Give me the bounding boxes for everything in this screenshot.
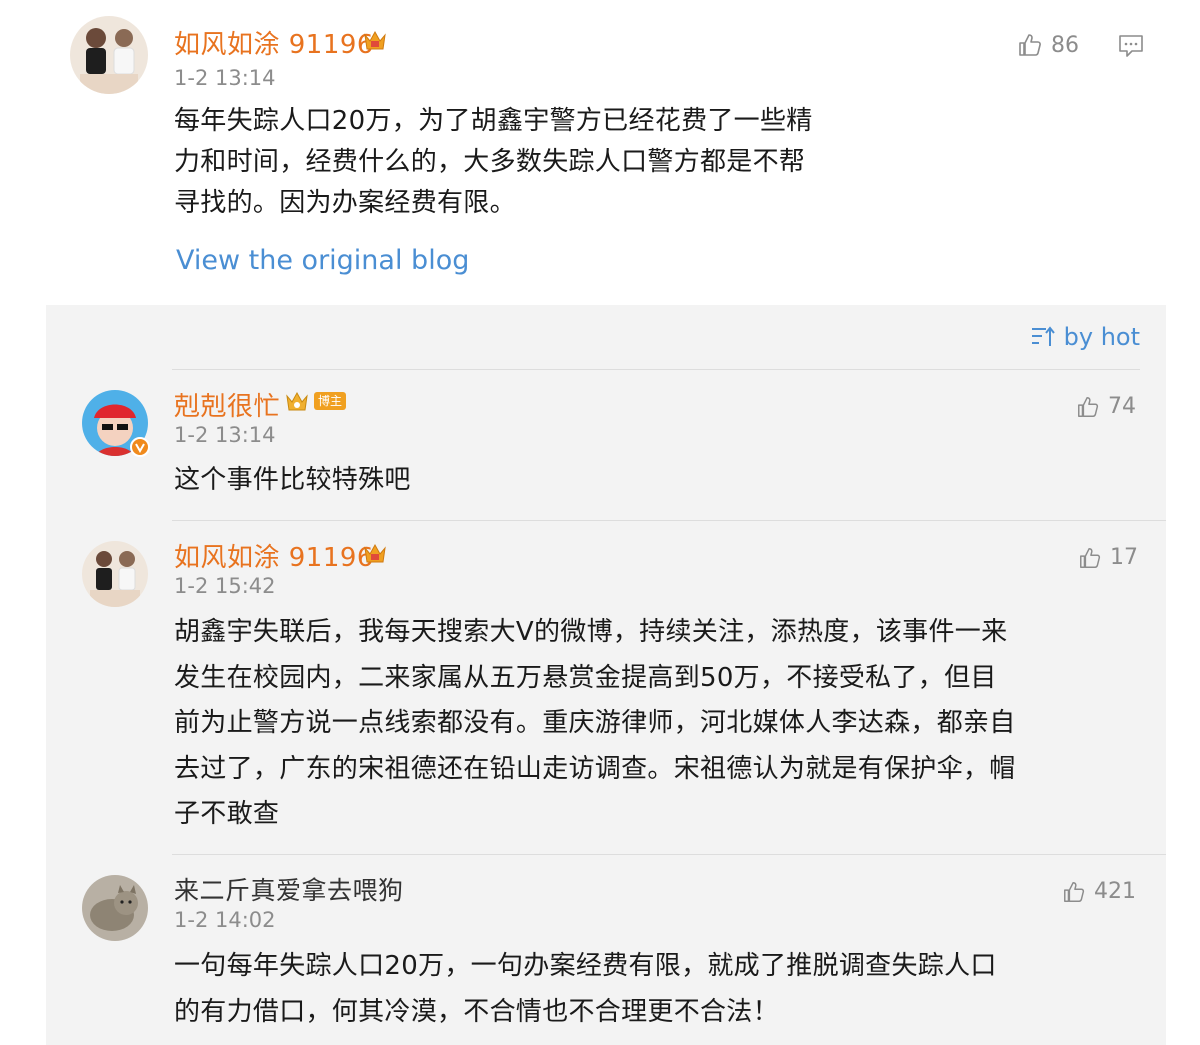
like-count: 421	[1094, 879, 1136, 904]
like-count: 86	[1051, 32, 1079, 58]
like-count: 17	[1110, 545, 1138, 570]
thumbs-up-icon	[1064, 881, 1085, 902]
text-line: 前为止警方说一点线索都没有。重庆游律师，河北媒体人李达森，都亲自	[174, 708, 1016, 738]
author-badge: 博主	[314, 392, 347, 410]
reply-time: 1-2 14:02	[174, 908, 276, 932]
avatar[interactable]	[70, 16, 148, 94]
thumbs-up-icon	[1019, 34, 1041, 56]
view-original-blog-link[interactable]: View the original blog	[176, 245, 469, 276]
avatar[interactable]	[82, 875, 148, 941]
sort-by-hot-button[interactable]: by hot	[1030, 323, 1140, 351]
vip-crown-icon	[364, 543, 386, 563]
text-line: 每年失踪人口20万，为了胡鑫宇警方已经花费了一些精	[174, 106, 813, 136]
reply-text: 一句每年失踪人口20万，一句办案经费有限，就成了推脱调查失踪人口 的有力借口，何…	[174, 944, 997, 1035]
like-button[interactable]: 74	[1076, 394, 1136, 419]
like-button[interactable]: 86	[1017, 32, 1079, 58]
like-button[interactable]: 421	[1062, 879, 1136, 904]
text-line: 这个事件比较特殊吧	[174, 465, 411, 495]
text-line: 力和时间，经费什么的，大多数失踪人口警方都是不帮	[174, 147, 806, 177]
text-line: 发生在校园内，二来家属从五万悬赏金提高到50万，不接受私了，但目	[174, 662, 997, 693]
text-line: 胡鑫宇失联后，我每天搜索大V的微博，持续关注，添热度，该事件一来	[174, 617, 1008, 647]
divider	[172, 369, 1140, 370]
text-line: 寻找的。因为办案经费有限。	[174, 188, 516, 218]
comment-icon[interactable]	[1118, 34, 1144, 58]
thumbs-up-icon	[1080, 547, 1101, 568]
username[interactable]: 如风如涂 91196	[174, 24, 374, 61]
vip-crown-icon	[286, 391, 308, 411]
comment-text: 每年失踪人口20万，为了胡鑫宇警方已经花费了一些精 力和时间，经费什么的，大多数…	[174, 101, 813, 224]
text-line: 一句每年失踪人口20万，一句办案经费有限，就成了推脱调查失踪人口	[174, 951, 997, 981]
username[interactable]: 如风如涂 91196	[174, 537, 374, 574]
reply-time: 1-2 13:14	[174, 423, 276, 447]
like-button[interactable]: 17	[1078, 545, 1138, 570]
like-count: 74	[1108, 394, 1136, 419]
main-comment: 如风如涂 91196 1-2 13:14 86 每年失踪人口20万，为了胡鑫宇警…	[0, 0, 1200, 305]
divider	[172, 854, 1166, 855]
text-line: 去过了，广东的宋祖德还在铅山走访调查。宋祖德认为就是有保护伞，帽	[174, 753, 1016, 784]
sort-icon	[1031, 326, 1055, 346]
divider	[172, 520, 1166, 521]
text-line: 的有力借口，何其冷漠，不合情也不合理更不合法！	[174, 996, 779, 1027]
sort-label: by hot	[1063, 323, 1140, 351]
verified-badge-icon	[130, 437, 150, 457]
thumbs-up-icon	[1078, 396, 1099, 417]
vip-crown-icon	[364, 30, 386, 50]
comment-time: 1-2 13:14	[174, 66, 276, 90]
username[interactable]: 剋剋很忙	[174, 386, 280, 423]
reply-text: 胡鑫宇失联后，我每天搜索大V的微博，持续关注，添热度，该事件一来 发生在校园内，…	[174, 610, 1016, 838]
text-line: 子不敢查	[174, 799, 280, 829]
avatar[interactable]	[82, 541, 148, 607]
reply-text: 这个事件比较特殊吧	[174, 460, 411, 501]
reply-time: 1-2 15:42	[174, 574, 276, 598]
reply-panel: by hot 剋剋很忙 博主 1-2 13:14 74 这个事件比较特殊吧 如风…	[46, 305, 1166, 1045]
username[interactable]: 来二斤真爱拿去喂狗	[174, 871, 404, 907]
